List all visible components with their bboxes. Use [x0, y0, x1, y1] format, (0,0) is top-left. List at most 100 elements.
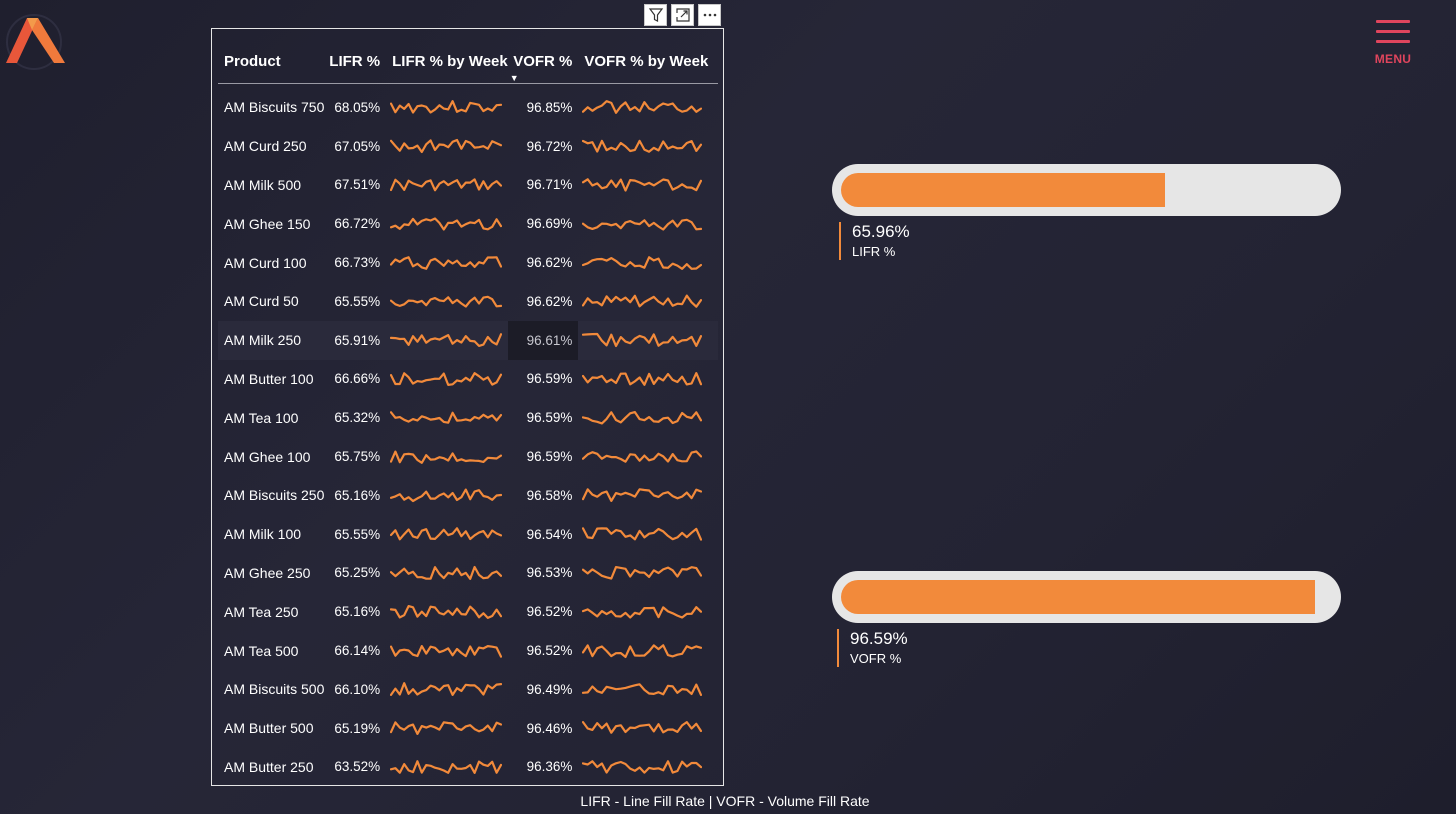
table-row[interactable]: AM Tea 500 66.14% 96.52% — [218, 631, 718, 670]
vofr-sparkline-cell — [578, 709, 718, 748]
lifr-sparkline — [390, 139, 503, 154]
lifr-sparkline-cell — [386, 360, 508, 399]
lifr-cell: 65.55% — [334, 293, 381, 309]
table-row[interactable]: AM Tea 250 65.16% 96.52% — [218, 592, 718, 631]
product-cell: AM Tea 250 — [224, 603, 299, 620]
lifr-sparkline-cell — [386, 398, 508, 437]
lifr-sparkline — [390, 178, 503, 192]
vofr-sparkline — [582, 683, 703, 697]
table-row[interactable]: AM Ghee 250 65.25% 96.53% — [218, 554, 718, 593]
table-row[interactable]: AM Biscuits 750 68.05% 96.85% — [218, 84, 718, 127]
lifr-sparkline — [390, 488, 503, 503]
vofr-cell: 96.62% — [526, 293, 573, 309]
product-cell: AM Ghee 250 — [224, 564, 311, 581]
table-row[interactable]: AM Biscuits 500 66.10% 96.49% — [218, 670, 718, 709]
vofr-sparkline-cell — [578, 437, 718, 476]
vofr-sparkline — [582, 565, 703, 580]
table-row[interactable]: AM Butter 100 66.66% 96.59% — [218, 360, 718, 399]
menu-label: MENU — [1374, 52, 1412, 66]
vofr-sparkline — [582, 643, 703, 658]
vofr-sparkline — [582, 605, 703, 619]
table-row[interactable]: AM Ghee 100 65.75% 96.59% — [218, 437, 718, 476]
column-header-vofr[interactable]: VOFR % ▼ — [508, 39, 579, 84]
vofr-sparkline — [582, 488, 703, 503]
vofr-sparkline — [582, 371, 703, 386]
lifr-sparkline-cell — [386, 282, 508, 321]
vofr-progress-fill — [841, 580, 1316, 614]
focus-mode-icon — [675, 8, 690, 22]
column-header-vofr-by-week[interactable]: VOFR % by Week — [578, 39, 718, 84]
vofr-cell: 96.59% — [526, 410, 573, 426]
lifr-sparkline-cell — [386, 127, 508, 166]
lifr-sparkline-cell — [386, 476, 508, 515]
table-row[interactable]: AM Ghee 150 66.72% 96.69% — [218, 204, 718, 243]
vofr-cell: 96.61% — [507, 320, 579, 360]
lifr-sparkline — [390, 682, 503, 697]
vofr-sparkline — [582, 255, 703, 270]
more-options-button[interactable] — [698, 4, 721, 26]
vofr-sparkline — [582, 449, 703, 463]
lifr-sparkline-cell — [386, 631, 508, 670]
lifr-cell: 65.19% — [334, 720, 381, 736]
table-row[interactable]: AM Curd 100 66.73% 96.62% — [218, 243, 718, 282]
lifr-sparkline — [390, 410, 503, 424]
lifr-cell: 65.91% — [324, 320, 387, 360]
table-row[interactable]: AM Butter 250 63.52% 96.36% — [218, 748, 718, 787]
table-header-row: Product LIFR % LIFR % by Week VOFR % ▼ V… — [218, 39, 718, 84]
lifr-sparkline-cell — [386, 166, 508, 205]
product-cell: AM Milk 100 — [224, 526, 302, 543]
lifr-kpi: 65.96% LIFR % — [839, 222, 910, 260]
lifr-sparkline — [390, 527, 503, 541]
table-row[interactable]: AM Milk 250 65.91% 96.61% — [218, 320, 718, 360]
lifr-sparkline — [390, 333, 503, 348]
vofr-kpi-label: VOFR % — [850, 651, 902, 666]
column-header-lifr[interactable]: LIFR % — [324, 39, 386, 84]
table-row[interactable]: AM Milk 100 65.55% 96.54% — [218, 515, 718, 554]
menu-button[interactable]: MENU — [1370, 20, 1416, 66]
lifr-cell: 66.10% — [334, 681, 381, 697]
product-cell: AM Milk 500 — [224, 176, 302, 193]
vofr-kpi-value: 96.59% — [850, 629, 908, 648]
logo-icon — [2, 12, 66, 70]
product-cell: AM Curd 50 — [224, 293, 299, 310]
table-row[interactable]: AM Butter 500 65.19% 96.46% — [218, 709, 718, 748]
vofr-sparkline-cell — [578, 476, 718, 515]
product-cell: AM Biscuits 500 — [224, 681, 325, 698]
lifr-sparkline-cell — [386, 204, 508, 243]
product-cell: AM Butter 500 — [224, 720, 314, 737]
vofr-cell: 96.46% — [526, 720, 573, 736]
product-cell: AM Milk 250 — [218, 320, 325, 360]
vofr-progress-bar — [832, 571, 1341, 623]
column-header-product[interactable]: Product — [218, 39, 324, 84]
lifr-cell: 68.05% — [334, 99, 381, 115]
table-row[interactable]: AM Tea 100 65.32% 96.59% — [218, 398, 718, 437]
vofr-cell: 96.53% — [526, 565, 573, 581]
vofr-sparkline-cell — [578, 398, 718, 437]
data-table: Product LIFR % LIFR % by Week VOFR % ▼ V… — [218, 39, 718, 786]
vofr-cell: 96.69% — [526, 216, 573, 232]
filter-button[interactable] — [644, 4, 667, 26]
focus-mode-button[interactable] — [671, 4, 694, 26]
lifr-cell: 65.16% — [334, 487, 381, 503]
lifr-sparkline — [390, 721, 503, 736]
vofr-cell: 96.72% — [526, 138, 573, 154]
lifr-cell: 65.55% — [334, 526, 381, 542]
vofr-sparkline-cell — [578, 243, 718, 282]
vofr-kpi: 96.59% VOFR % — [837, 629, 908, 667]
product-cell: AM Curd 250 — [224, 138, 307, 155]
product-cell: AM Curd 100 — [224, 254, 307, 271]
vofr-cell: 96.59% — [526, 449, 573, 465]
table-row[interactable]: AM Biscuits 250 65.16% 96.58% — [218, 476, 718, 515]
vofr-sparkline — [582, 294, 703, 309]
table-row[interactable]: AM Milk 500 67.51% 96.71% — [218, 166, 718, 205]
product-cell: AM Butter 250 — [224, 758, 314, 775]
table-row[interactable]: AM Curd 250 67.05% 96.72% — [218, 127, 718, 166]
lifr-cell: 66.66% — [334, 371, 381, 387]
lifr-sparkline — [390, 255, 503, 270]
table-row[interactable]: AM Curd 50 65.55% 96.62% — [218, 282, 718, 321]
lifr-progress-bar — [832, 164, 1341, 216]
vofr-cell: 96.71% — [526, 177, 573, 193]
column-header-lifr-by-week[interactable]: LIFR % by Week — [386, 39, 508, 84]
vofr-sparkline-cell — [578, 282, 718, 321]
product-cell: AM Biscuits 250 — [224, 487, 325, 504]
